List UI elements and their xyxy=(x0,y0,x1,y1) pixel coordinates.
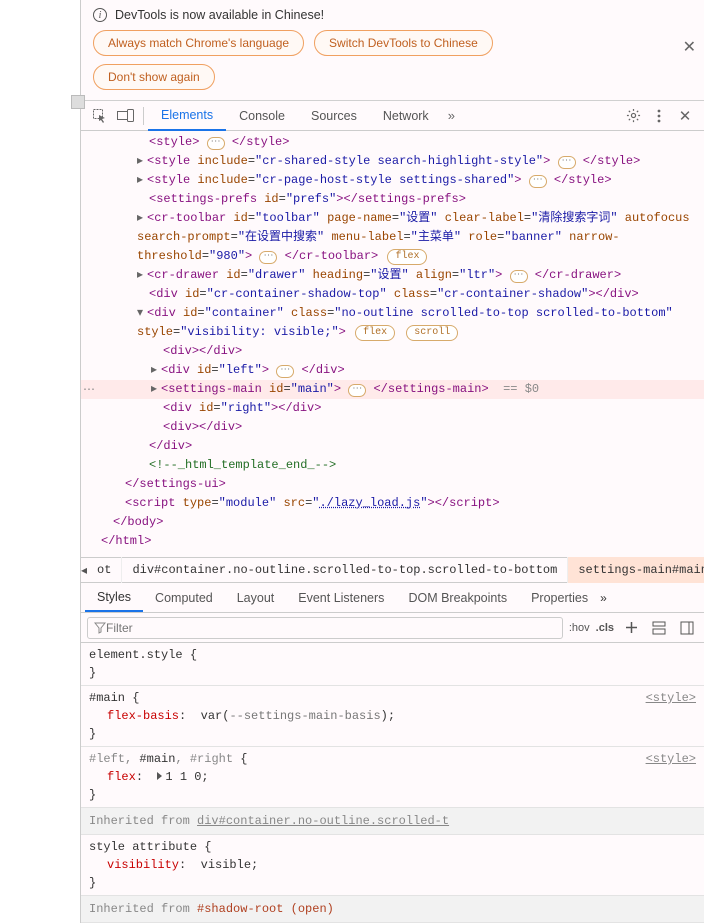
infobar-title: DevTools is now available in Chinese! xyxy=(115,8,324,22)
cls-toggle[interactable]: .cls xyxy=(596,622,614,634)
flex-badge[interactable]: flex xyxy=(387,249,427,265)
rule-origin-link[interactable]: <style> xyxy=(646,689,696,707)
flex-badge[interactable]: flex xyxy=(355,325,395,341)
ellipsis-badge[interactable]: ⋯ xyxy=(510,270,528,283)
ellipsis-badge[interactable]: ⋯ xyxy=(558,156,576,169)
dom-node[interactable]: <div id="cr-container-shadow-top" class=… xyxy=(81,285,704,304)
switch-to-chinese-button[interactable]: Switch DevTools to Chinese xyxy=(314,30,493,56)
dom-node[interactable]: ▸<style include="cr-shared-style search-… xyxy=(81,152,704,171)
styles-filter-row: :hov .cls xyxy=(81,613,704,643)
dom-node[interactable]: ▸<cr-drawer id="drawer" heading="设置" ali… xyxy=(81,266,704,285)
crumb-item[interactable]: ot xyxy=(87,557,122,583)
tab-elements[interactable]: Elements xyxy=(148,101,226,131)
more-subtabs-icon[interactable]: » xyxy=(600,591,607,605)
style-rule[interactable]: style attribute { visibility: visible; } xyxy=(81,835,704,896)
dont-show-again-button[interactable]: Don't show again xyxy=(93,64,215,90)
dom-node[interactable]: ▸<div id="left"> ⋯ </div> xyxy=(81,361,704,380)
style-rule[interactable]: <style> #left, #main, #right { flex: 1 1… xyxy=(81,747,704,808)
new-style-rule-icon[interactable] xyxy=(620,617,642,639)
dom-node[interactable]: <div></div> xyxy=(81,342,704,361)
dom-node[interactable]: <settings-prefs id="prefs"></settings-pr… xyxy=(81,190,704,209)
style-rule[interactable]: <style> #main { flex-basis: var(--settin… xyxy=(81,686,704,747)
toggle-sidebar-icon[interactable] xyxy=(676,617,698,639)
expand-shorthand-icon[interactable] xyxy=(157,772,162,780)
main-toolbar: Elements Console Sources Network » ✕ xyxy=(81,101,704,131)
locale-infobar: i DevTools is now available in Chinese! … xyxy=(81,0,704,101)
kebab-menu-icon[interactable] xyxy=(646,103,672,129)
device-toolbar-icon[interactable] xyxy=(113,103,139,129)
tab-network[interactable]: Network xyxy=(370,101,442,131)
info-icon: i xyxy=(93,8,107,22)
inherited-section: Inherited from div#container.no-outline.… xyxy=(81,808,704,835)
tab-properties[interactable]: Properties xyxy=(519,583,600,612)
tab-dom-breakpoints[interactable]: DOM Breakpoints xyxy=(396,583,519,612)
style-rule[interactable]: element.style {} xyxy=(81,643,704,686)
inspect-element-icon[interactable] xyxy=(87,103,113,129)
elements-tree[interactable]: <style> ⋯ </style> ▸<style include="cr-s… xyxy=(81,131,704,557)
ellipsis-badge[interactable]: ⋯ xyxy=(207,137,225,150)
dom-node[interactable]: </body> xyxy=(81,513,704,532)
dom-node[interactable]: <!--_html_template_end_--> xyxy=(81,456,704,475)
infobar-close-icon[interactable]: ✕ xyxy=(683,37,696,57)
dom-node[interactable]: </div> xyxy=(81,437,704,456)
scroll-badge[interactable]: scroll xyxy=(406,325,458,341)
crumb-item-selected[interactable]: settings-main#main xyxy=(568,557,704,583)
outer-scrollbar-up[interactable] xyxy=(71,95,85,109)
dom-node-selected[interactable]: ⋯▸<settings-main id="main"> ⋯ </settings… xyxy=(81,380,704,399)
dom-node[interactable]: <style> ⋯ </style> xyxy=(81,133,704,152)
more-tabs-icon[interactable]: » xyxy=(442,108,461,123)
inherited-link[interactable]: #shadow-root (open) xyxy=(197,902,334,916)
crumb-item[interactable]: div#container.no-outline.scrolled-to-top… xyxy=(122,557,568,583)
dom-node[interactable]: </settings-ui> xyxy=(81,475,704,494)
tab-computed[interactable]: Computed xyxy=(143,583,225,612)
inherited-section: Inherited from #shadow-root (open) xyxy=(81,896,704,923)
tab-styles[interactable]: Styles xyxy=(85,583,143,612)
ellipsis-badge[interactable]: ⋯ xyxy=(529,175,547,188)
inherited-link[interactable]: div#container.no-outline.scrolled-t xyxy=(197,814,449,828)
ellipsis-badge[interactable]: ⋯ xyxy=(259,251,277,264)
tab-layout[interactable]: Layout xyxy=(225,583,287,612)
computed-panel-icon[interactable] xyxy=(648,617,670,639)
breadcrumbs: ◂ ot div#container.no-outline.scrolled-t… xyxy=(81,557,704,583)
tab-sources[interactable]: Sources xyxy=(298,101,370,131)
settings-gear-icon[interactable] xyxy=(620,103,646,129)
close-devtools-icon[interactable]: ✕ xyxy=(672,103,698,129)
filter-box[interactable] xyxy=(87,617,563,639)
filter-input[interactable] xyxy=(106,621,556,635)
tab-console[interactable]: Console xyxy=(226,101,298,131)
dom-node[interactable]: <div id="right"></div> xyxy=(81,399,704,418)
dom-node[interactable]: </html> xyxy=(81,532,704,551)
ellipsis-badge[interactable]: ⋯ xyxy=(276,365,294,378)
dom-node[interactable]: <div></div> xyxy=(81,418,704,437)
dom-node[interactable]: ▸<style include="cr-page-host-style sett… xyxy=(81,171,704,190)
tab-event-listeners[interactable]: Event Listeners xyxy=(286,583,396,612)
ellipsis-badge[interactable]: ⋯ xyxy=(348,384,366,397)
styles-subtabs: Styles Computed Layout Event Listeners D… xyxy=(81,583,704,613)
filter-icon xyxy=(94,622,106,634)
rule-origin-link[interactable]: <style> xyxy=(646,750,696,768)
hov-toggle[interactable]: :hov xyxy=(569,622,590,634)
row-overflow-icon[interactable]: ⋯ xyxy=(83,381,96,400)
dom-node[interactable]: ▾<div id="container" class="no-outline s… xyxy=(81,304,704,342)
styles-rules: element.style {} <style> #main { flex-ba… xyxy=(81,643,704,923)
dom-node[interactable]: ▸<cr-toolbar id="toolbar" page-name="设置"… xyxy=(81,209,704,266)
dom-node[interactable]: <script type="module" src="./lazy_load.j… xyxy=(81,494,704,513)
always-match-language-button[interactable]: Always match Chrome's language xyxy=(93,30,304,56)
